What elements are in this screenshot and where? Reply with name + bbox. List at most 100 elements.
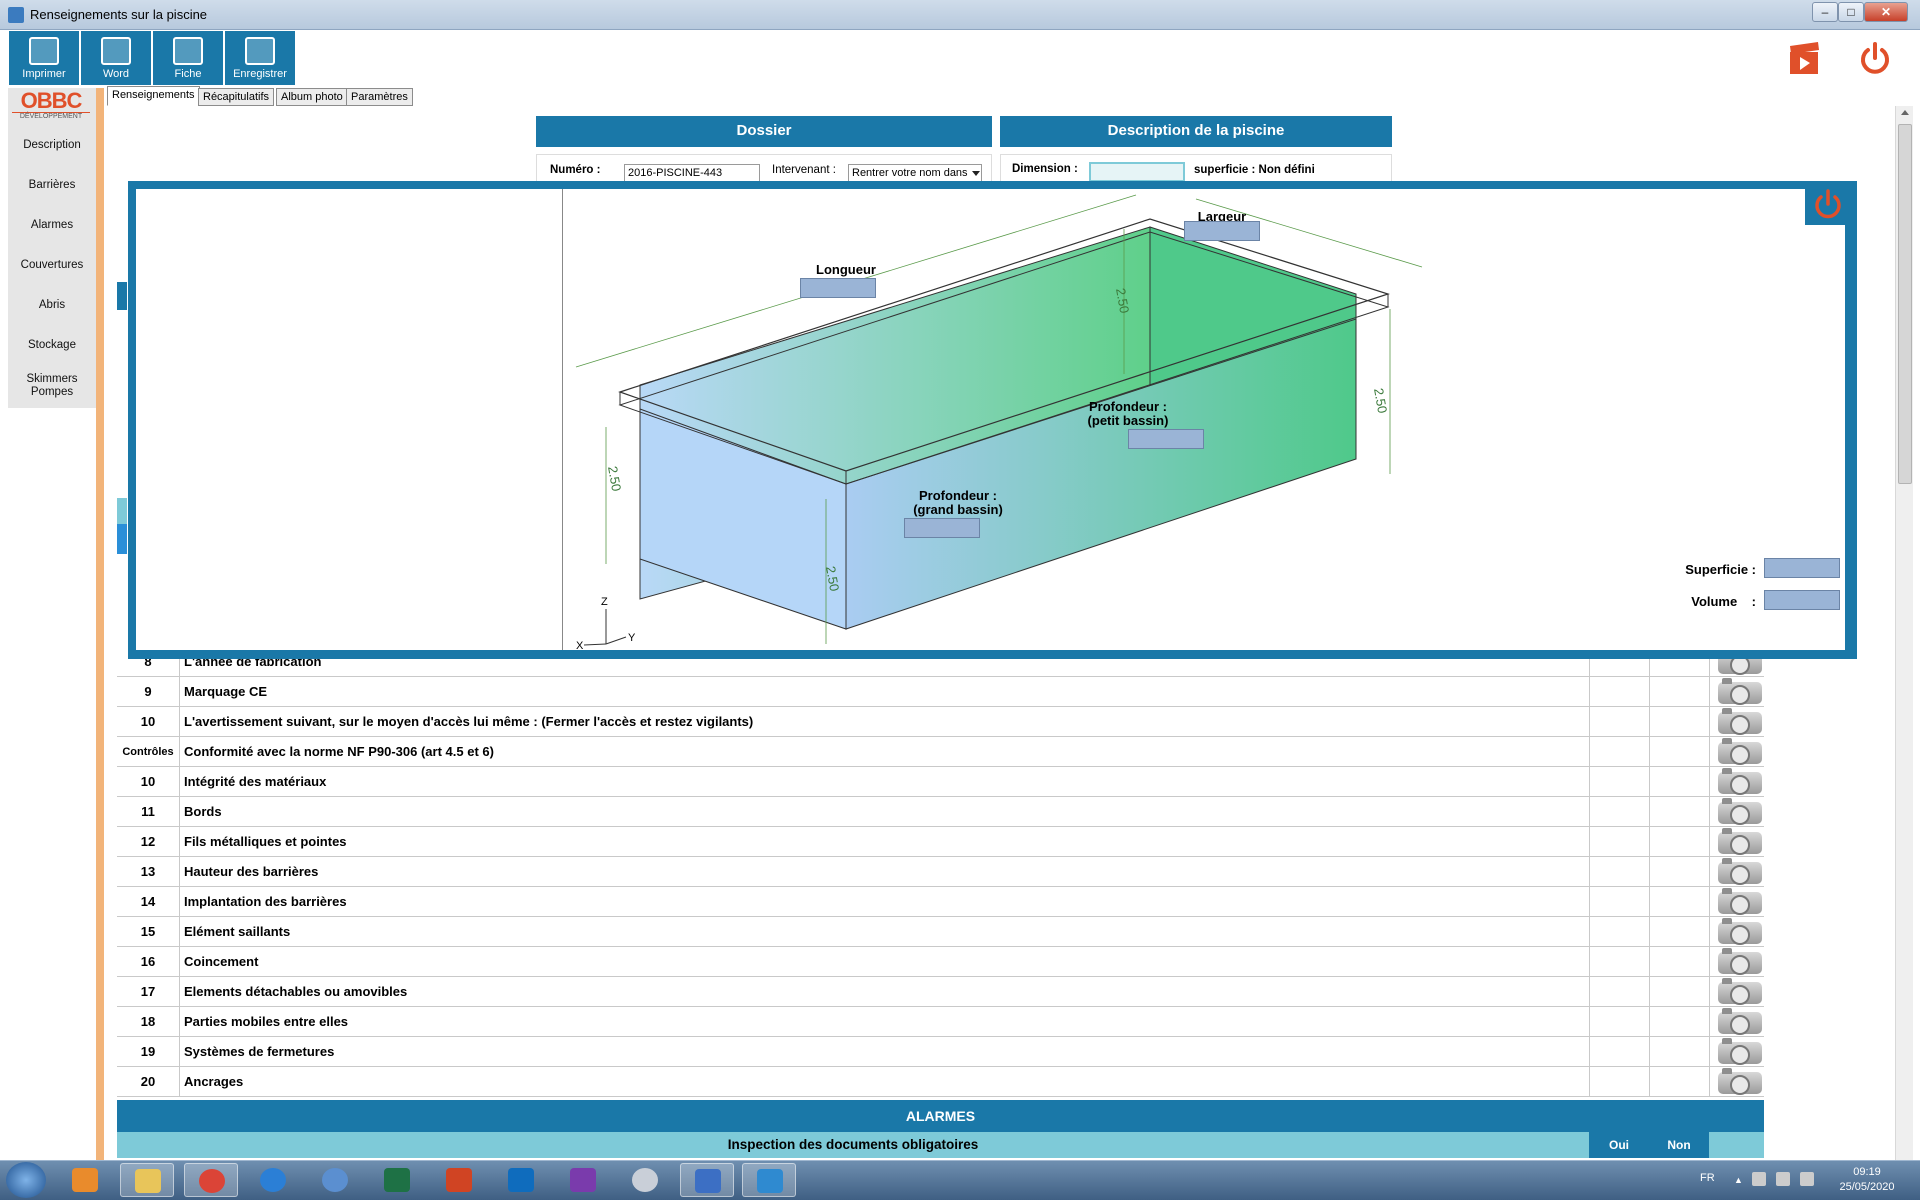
sidebar-item-barrieres[interactable]: Barrières: [8, 179, 96, 191]
photo-cell[interactable]: [1709, 857, 1764, 887]
camera-icon[interactable]: [1718, 858, 1762, 885]
taskbar-media-player[interactable]: [58, 1163, 112, 1197]
camera-icon[interactable]: [1718, 768, 1762, 795]
non-cell[interactable]: [1649, 917, 1709, 947]
network-icon[interactable]: [1776, 1172, 1790, 1186]
oui-cell[interactable]: [1589, 857, 1649, 887]
photo-cell[interactable]: [1709, 767, 1764, 797]
tab-album-photo[interactable]: Album photo: [276, 88, 348, 106]
oui-cell[interactable]: [1589, 1037, 1649, 1067]
oui-cell[interactable]: [1589, 1007, 1649, 1037]
oui-cell[interactable]: [1589, 737, 1649, 767]
photo-cell[interactable]: [1709, 887, 1764, 917]
intervenant-select[interactable]: Rentrer votre nom dans: [848, 164, 982, 182]
vertical-scrollbar[interactable]: [1895, 106, 1913, 1161]
non-cell[interactable]: [1649, 977, 1709, 1007]
photo-cell[interactable]: [1709, 977, 1764, 1007]
camera-icon[interactable]: [1718, 978, 1762, 1005]
non-cell[interactable]: [1649, 1007, 1709, 1037]
taskbar-ie[interactable]: [246, 1163, 300, 1197]
notification-icon[interactable]: [1800, 1172, 1814, 1186]
taskbar-explorer[interactable]: [120, 1163, 174, 1197]
sidebar-item-stockage[interactable]: Stockage: [8, 339, 96, 351]
volume-icon[interactable]: [1752, 1172, 1766, 1186]
dimension-button[interactable]: [1089, 162, 1185, 182]
non-cell[interactable]: [1649, 827, 1709, 857]
camera-icon[interactable]: [1718, 888, 1762, 915]
camera-icon[interactable]: [1718, 738, 1762, 765]
word-button[interactable]: Word: [81, 31, 151, 85]
camera-icon[interactable]: [1718, 708, 1762, 735]
sidebar-item-alarmes[interactable]: Alarmes: [8, 219, 96, 231]
oui-cell[interactable]: [1589, 887, 1649, 917]
oui-cell[interactable]: [1589, 977, 1649, 1007]
oui-cell[interactable]: [1589, 827, 1649, 857]
oui-cell[interactable]: [1589, 947, 1649, 977]
non-cell[interactable]: [1649, 1037, 1709, 1067]
camera-icon[interactable]: [1718, 918, 1762, 945]
non-cell[interactable]: [1649, 767, 1709, 797]
sidebar-item-couvertures[interactable]: Couvertures: [8, 259, 96, 271]
photo-cell[interactable]: [1709, 677, 1764, 707]
taskbar-excel[interactable]: [370, 1163, 424, 1197]
tab-renseignements[interactable]: Renseignements: [107, 86, 200, 106]
fiche-button[interactable]: Fiche: [153, 31, 223, 85]
taskbar-onenote[interactable]: [556, 1163, 610, 1197]
photo-cell[interactable]: [1709, 947, 1764, 977]
numero-input[interactable]: 2016-PISCINE-443: [624, 164, 760, 182]
largeur-input[interactable]: [1184, 221, 1260, 241]
start-button[interactable]: [6, 1162, 46, 1198]
non-cell[interactable]: [1649, 947, 1709, 977]
profondeur-grand-input[interactable]: [904, 518, 980, 538]
oui-cell[interactable]: [1589, 677, 1649, 707]
chevron-up-icon[interactable]: ▲: [1734, 1175, 1743, 1185]
photo-cell[interactable]: [1709, 1007, 1764, 1037]
sidebar-item-skimmers[interactable]: Skimmers Pompes: [8, 373, 96, 399]
taskbar-chrome[interactable]: [184, 1163, 238, 1197]
photo-cell[interactable]: [1709, 797, 1764, 827]
profondeur-petit-input[interactable]: [1128, 429, 1204, 449]
non-cell[interactable]: [1649, 797, 1709, 827]
non-cell[interactable]: [1649, 707, 1709, 737]
camera-icon[interactable]: [1718, 798, 1762, 825]
photo-cell[interactable]: [1709, 917, 1764, 947]
camera-icon[interactable]: [1718, 1008, 1762, 1035]
clock[interactable]: 09:19 25/05/2020: [1822, 1165, 1912, 1195]
close-button[interactable]: ✕: [1864, 2, 1908, 22]
tab-recapitulatifs[interactable]: Récapitulatifs: [198, 88, 275, 106]
non-cell[interactable]: [1649, 677, 1709, 707]
oui-cell[interactable]: [1589, 707, 1649, 737]
oui-cell[interactable]: [1589, 917, 1649, 947]
tab-parametres[interactable]: Paramètres: [346, 88, 413, 106]
oui-cell[interactable]: [1589, 797, 1649, 827]
power-icon[interactable]: [1858, 42, 1892, 76]
sidebar-item-description[interactable]: Description: [8, 139, 96, 151]
taskbar-infinity[interactable]: [680, 1163, 734, 1197]
longueur-input[interactable]: [800, 278, 876, 298]
camera-icon[interactable]: [1718, 948, 1762, 975]
taskbar-powerpoint[interactable]: [432, 1163, 486, 1197]
sidebar-item-abris[interactable]: Abris: [8, 299, 96, 311]
print-button[interactable]: Imprimer: [9, 31, 79, 85]
non-cell[interactable]: [1649, 737, 1709, 767]
scroll-up-icon[interactable]: [1901, 110, 1909, 115]
non-cell[interactable]: [1649, 887, 1709, 917]
non-cell[interactable]: [1649, 857, 1709, 887]
camera-icon[interactable]: [1718, 828, 1762, 855]
taskbar-piscine-app[interactable]: [742, 1163, 796, 1197]
camera-icon[interactable]: [1718, 1068, 1762, 1095]
taskbar-outlook[interactable]: [494, 1163, 548, 1197]
photo-cell[interactable]: [1709, 827, 1764, 857]
save-button[interactable]: Enregistrer: [225, 31, 295, 85]
oui-cell[interactable]: [1589, 1067, 1649, 1097]
non-cell[interactable]: [1649, 1067, 1709, 1097]
camera-icon[interactable]: [1718, 678, 1762, 705]
minimize-button[interactable]: –: [1812, 2, 1838, 22]
video-icon[interactable]: [1788, 42, 1822, 76]
language-indicator[interactable]: FR: [1700, 1172, 1715, 1184]
photo-cell[interactable]: [1709, 1037, 1764, 1067]
photo-cell[interactable]: [1709, 707, 1764, 737]
close-dialog-button[interactable]: [1805, 185, 1851, 225]
taskbar-app[interactable]: [308, 1163, 362, 1197]
photo-cell[interactable]: [1709, 737, 1764, 767]
